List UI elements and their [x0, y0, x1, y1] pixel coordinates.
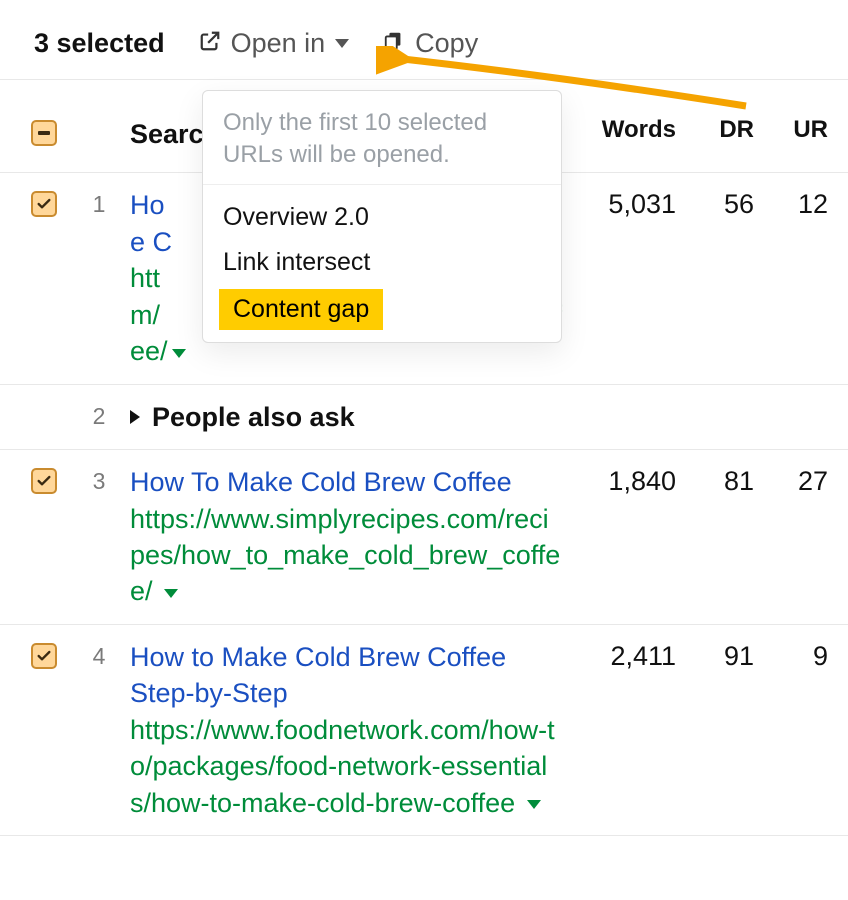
row-rank: 1 [68, 187, 130, 218]
dropdown-item-link-intersect[interactable]: Link intersect [203, 240, 561, 285]
result-url[interactable]: https://www.foodnetwork.com/how-to/packa… [130, 712, 562, 821]
chevron-down-icon[interactable] [172, 349, 186, 358]
cell-words: 5,031 [572, 187, 676, 220]
cell-dr: 91 [676, 639, 754, 672]
result-url[interactable]: https://www.simplyrecipes.com/recipes/ho… [130, 501, 562, 610]
cell-dr: 56 [676, 187, 754, 220]
copy-icon [383, 28, 405, 59]
cell-ur: 27 [754, 464, 828, 497]
result-title[interactable]: How To Make Cold Brew Coffee [130, 464, 562, 500]
cell-words: 1,840 [572, 464, 676, 497]
cell-dr: 81 [676, 464, 754, 497]
dropdown-hint: Only the first 10 selected URLs will be … [203, 91, 561, 184]
cell-ur: 9 [754, 639, 828, 672]
paa-label: People also ask [152, 399, 355, 435]
divider [203, 184, 561, 185]
row-rank: 2 [68, 399, 130, 430]
header-rank [68, 116, 130, 120]
header-ur[interactable]: UR [754, 116, 828, 144]
chevron-down-icon[interactable] [164, 589, 178, 598]
row-rank: 4 [68, 639, 130, 670]
toolbar: 3 selected Open in Copy [0, 0, 848, 79]
header-words[interactable]: Words [572, 116, 676, 144]
cell-ur: 12 [754, 187, 828, 220]
selected-count: 3 selected [34, 28, 165, 59]
open-in-label: Open in [231, 28, 326, 59]
open-external-icon [199, 28, 221, 59]
cell-words: 2,411 [572, 639, 676, 672]
copy-label: Copy [415, 28, 478, 59]
row-checkbox[interactable] [31, 191, 57, 217]
chevron-right-icon [130, 410, 140, 424]
open-in-button[interactable]: Open in [199, 28, 350, 59]
dropdown-item-overview[interactable]: Overview 2.0 [203, 195, 561, 240]
table-row: 4 How to Make Cold Brew Coffee Step-by-S… [0, 625, 848, 836]
row-checkbox[interactable] [31, 643, 57, 669]
chevron-down-icon[interactable] [527, 800, 541, 809]
row-rank: 3 [68, 464, 130, 495]
dropdown-item-content-gap[interactable]: Content gap [219, 289, 383, 330]
select-all-checkbox[interactable] [31, 120, 57, 146]
table-row: 2 People also ask [0, 385, 848, 450]
open-in-dropdown: Only the first 10 selected URLs will be … [202, 90, 562, 343]
paa-toggle[interactable]: People also ask [130, 399, 572, 435]
header-dr[interactable]: DR [676, 116, 754, 144]
table-row: 3 How To Make Cold Brew Coffee https://w… [0, 450, 848, 625]
select-all-cell [20, 116, 68, 146]
row-checkbox[interactable] [31, 468, 57, 494]
result-title[interactable]: How to Make Cold Brew Coffee Step-by-Ste… [130, 639, 562, 712]
chevron-down-icon [335, 39, 349, 48]
copy-button[interactable]: Copy [383, 28, 478, 59]
